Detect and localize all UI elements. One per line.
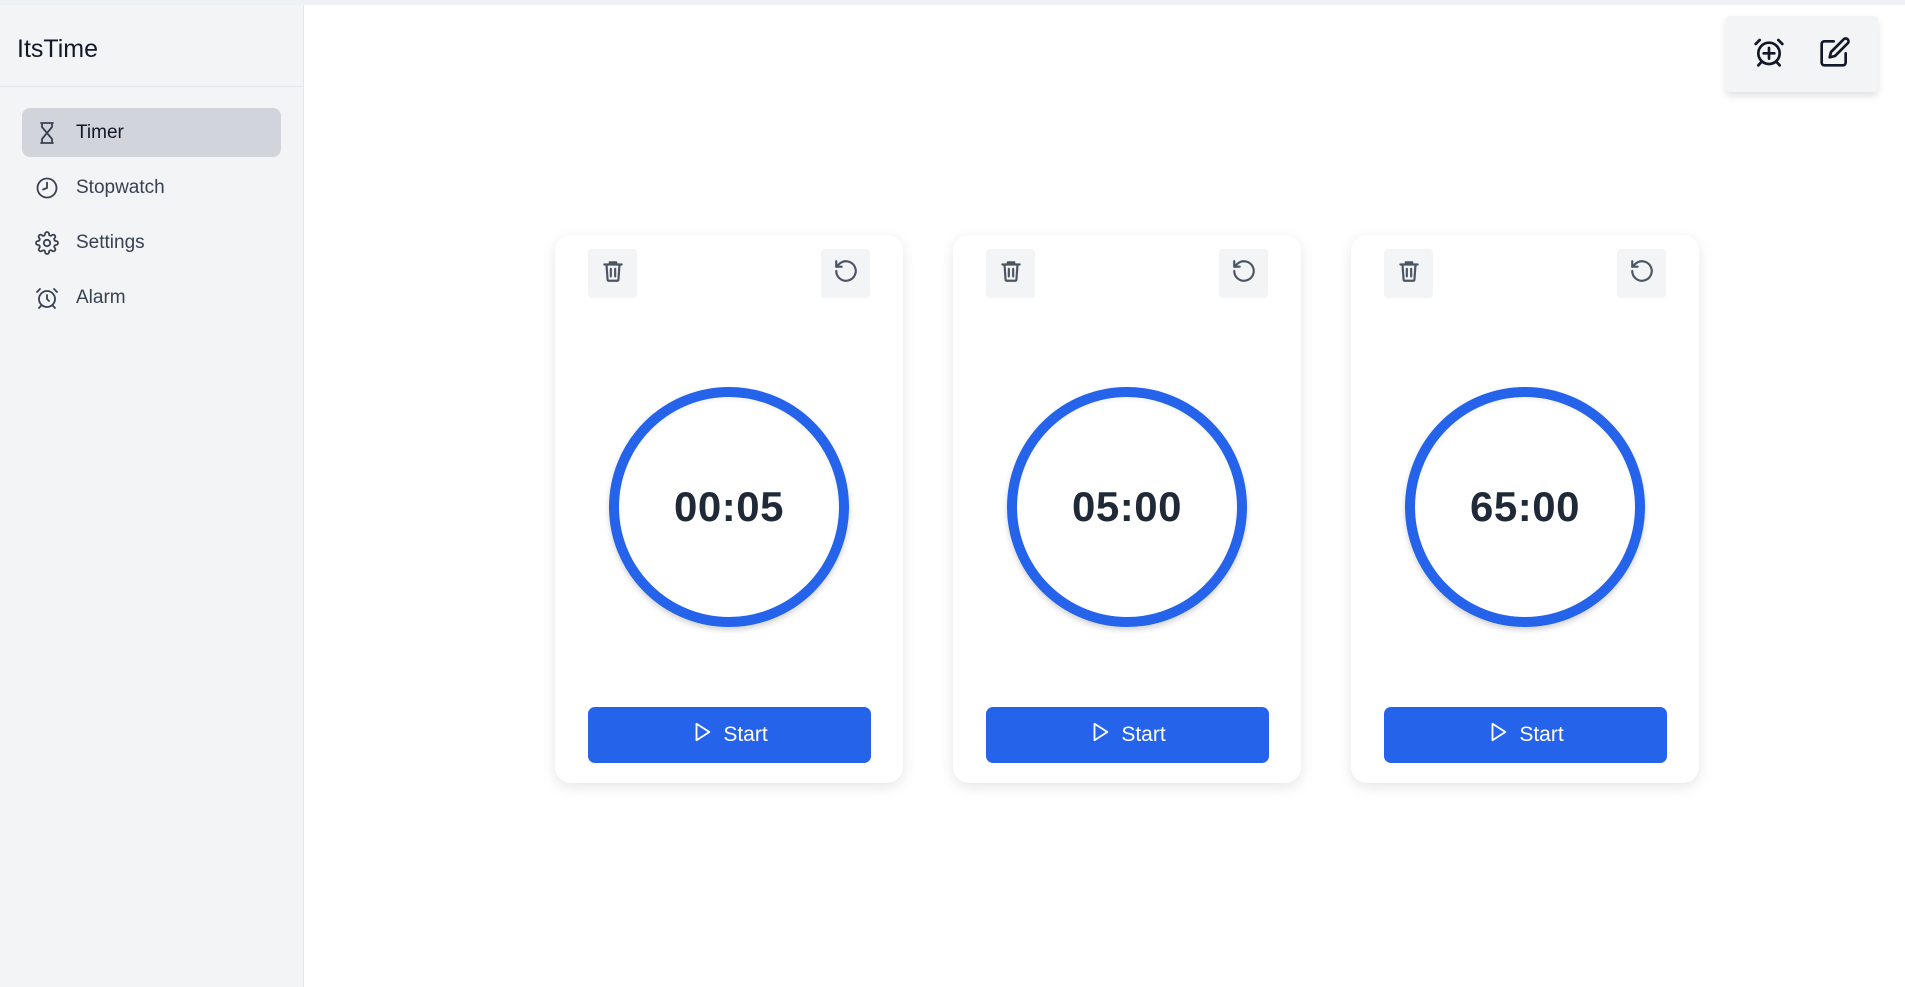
timer-display: 00:05 [674,483,784,530]
reset-icon [1629,258,1655,289]
hourglass-icon [34,120,60,146]
add-alarm-button[interactable] [1746,31,1792,77]
start-button[interactable]: Start [588,707,871,763]
start-label: Start [1519,723,1564,746]
play-icon [1487,721,1519,749]
timer-card: 65:00 Start [1351,235,1699,783]
timer-card: 00:05 Start [555,235,903,783]
sidebar-item-settings[interactable]: Settings [22,218,281,267]
edit-button[interactable] [1812,31,1858,77]
sidebar-item-label: Timer [76,121,124,143]
add-alarm-icon [1753,36,1785,73]
start-label: Start [1121,723,1166,746]
toolbar [1726,16,1878,92]
timer-display: 05:00 [1072,483,1182,530]
clock-icon [34,175,60,201]
reset-button[interactable] [1219,249,1268,298]
alarm-clock-icon [34,285,60,311]
timer-card: 05:00 Start [953,235,1301,783]
delete-button[interactable] [986,249,1035,298]
sidebar-item-alarm[interactable]: Alarm [22,273,281,322]
reset-button[interactable] [1617,249,1666,298]
reset-button[interactable] [821,249,870,298]
sidebar-nav: Timer Stopwatch Settings Alarm [0,87,303,322]
sidebar-item-stopwatch[interactable]: Stopwatch [22,163,281,212]
play-icon [691,721,723,749]
sidebar-item-label: Settings [76,231,145,253]
play-icon [1089,721,1121,749]
timer-ring: 05:00 [1007,387,1247,627]
trash-icon [1396,258,1422,289]
reset-icon [1231,258,1257,289]
start-button[interactable]: Start [986,707,1269,763]
start-label: Start [723,723,768,746]
delete-button[interactable] [1384,249,1433,298]
app-title: ItsTime [0,5,303,87]
sidebar-item-label: Alarm [76,286,126,308]
sidebar: ItsTime Timer Stopwatch Settings Alarm [0,5,304,987]
timer-display: 65:00 [1470,483,1580,530]
trash-icon [998,258,1024,289]
gear-icon [34,230,60,256]
timer-ring: 00:05 [609,387,849,627]
start-button[interactable]: Start [1384,707,1667,763]
timer-ring: 65:00 [1405,387,1645,627]
sidebar-item-label: Stopwatch [76,176,165,198]
trash-icon [600,258,626,289]
delete-button[interactable] [588,249,637,298]
edit-icon [1819,36,1851,73]
sidebar-item-timer[interactable]: Timer [22,108,281,157]
reset-icon [833,258,859,289]
